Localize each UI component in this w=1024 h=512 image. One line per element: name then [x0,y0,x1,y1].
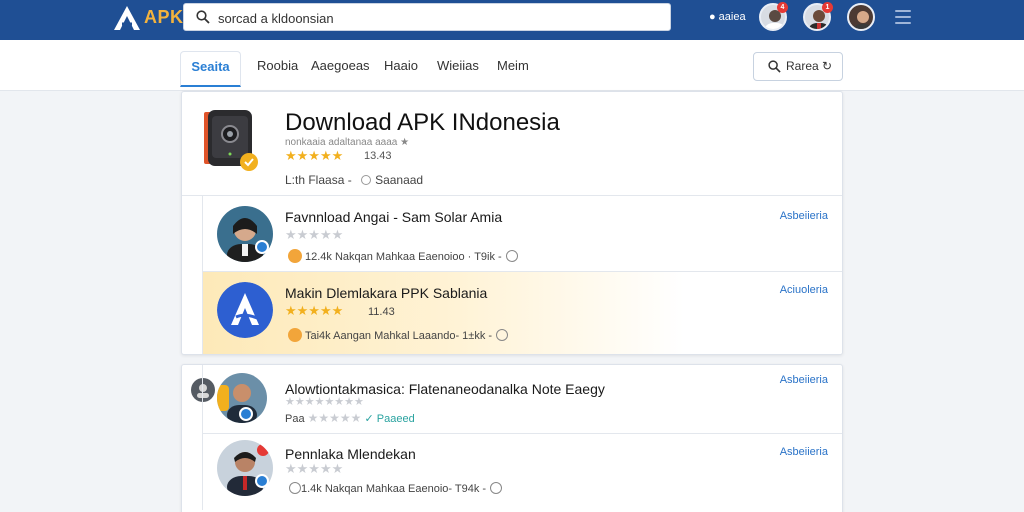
top-navigation-bar: APK ●aaiea 4 1 [0,0,1024,40]
action-link[interactable]: Asbeiieria [780,446,828,458]
app-title[interactable]: Download APK INdonesia [285,109,560,137]
person-avatar-icon [849,5,873,29]
action-link[interactable]: Asbeiieria [780,374,828,386]
list-item[interactable]: Pennlaka Mlendekan ★★★★★ 1.4k Nakqan Mah… [202,434,842,510]
meta-separator: - [347,173,352,187]
info-icon [505,250,518,262]
rating-value: 13.43 [364,150,392,162]
app-results-panel: Download APK INdonesia nonkaaia adaltana… [181,91,843,355]
refresh-icon: ↻ [822,59,833,73]
info-icon [490,482,503,494]
check-icon [289,482,301,494]
avatar [217,206,273,262]
user-group-icon: ● [709,11,716,23]
list-item-title[interactable]: Makin Dlemlakara PPK Sablania [285,285,487,301]
tag-icon: ✓ [364,413,374,425]
emoji-icon [288,249,302,263]
rating-stars: ★★★★★ [285,148,344,163]
notification-badge: 1 [822,2,833,13]
list-item[interactable]: Favnnload Angai - Sam Solar Amia ★★★★★ 1… [202,196,842,272]
app-hero-icon[interactable] [204,108,258,172]
search-input[interactable] [218,8,658,28]
tab-6[interactable]: Meim [497,58,529,73]
verified-badge-icon [255,474,269,488]
list-item-meta-text: 1.4k Nakqan Mahkaa Eaenoio- T94k - [301,483,487,495]
list-item-title[interactable]: Pennlaka Mlendekan [285,446,416,462]
tab-home[interactable]: Seaita [180,51,241,87]
tab-bar: Seaita Roobia Aaegoeas Haaio Wieiias Mei… [0,40,1024,91]
tab-2[interactable]: Roobia [257,58,298,73]
list-item-meta: 1.4k Nakqan Mahkaa Eaenoio- T94k - [285,482,503,495]
list-item-title[interactable]: Favnnload Angai - Sam Solar Amia [285,209,502,225]
circle-icon [361,175,372,185]
person-avatar-icon [217,206,273,262]
search-button-label: Rarea [786,59,819,73]
app-meta: L:th Flaasa - Saanaad [285,173,423,187]
list-item-meta: Tai4k Aangan Mahkal Laaando- 1±kk - [285,328,509,342]
rating-stars: ★★★★★ [285,227,344,242]
app-a-logo-icon [217,282,273,338]
tab-4[interactable]: Haaio [384,58,418,73]
app-results-panel-2: Alowtiontakmasica: Flatenaneodanalka Not… [181,364,843,512]
list-item-meta-right: Paaeed [376,413,415,425]
verified-badge-icon [255,240,269,254]
info-icon [496,329,509,341]
rating-stars: ★★★★★ [307,411,362,425]
tab-5[interactable]: Wieiias [437,58,479,73]
search-icon [196,10,210,24]
rating-stars-small: ★★★★★★★★ [285,396,364,408]
notification-badge: 4 [777,2,788,13]
rating-value: 11.43 [368,306,395,318]
list-item[interactable]: Alowtiontakmasica: Flatenaneodanalka Not… [202,365,842,433]
action-link[interactable]: Aciuoleria [780,284,828,296]
verified-badge-icon [239,407,253,421]
action-link[interactable]: Asbeiieria [780,210,828,222]
list-item-meta: 12.4k Nakqan Mahkaa Eaenoioo · T9ik - [285,249,518,263]
logo-text[interactable]: APK [144,7,184,28]
search-button[interactable]: Rarea ↻ [753,52,843,81]
list-item-meta: Paa ★★★★★ ✓ Paaeed [285,411,415,425]
search-icon [768,60,781,73]
list-item-meta-text: 12.4k Nakqan Mahkaa Eaenoioo · T9ik - [305,251,502,263]
app-meta-right: Saanaad [375,173,424,187]
list-item-highlighted[interactable]: Makin Dlemlakara PPK Sablania ★★★★★ 11.4… [202,272,842,354]
apk-logo-icon[interactable] [112,4,142,32]
user-profile-avatar[interactable] [847,3,875,31]
rating-stars: ★★★★★ [285,303,344,318]
app-subtitle: nonkaaia adaltanaa aaaa ★ [285,137,410,148]
rating-stars: ★★★★★ [285,461,344,476]
list-item-meta-text: Tai4k Aangan Mahkal Laaando- 1±kk - [305,330,493,342]
emoji-icon [288,328,302,342]
header-link[interactable]: ● aaiea [709,11,746,23]
list-item-meta-left: Paa [285,413,305,425]
menu-icon[interactable] [895,10,911,24]
app-meta-left: L:th Flaasa [285,173,345,187]
search-box[interactable] [183,3,671,31]
tab-3[interactable]: Aaegoeas [311,58,370,73]
header-link-label: aaiea [718,11,746,23]
person-avatar-icon [217,440,273,496]
